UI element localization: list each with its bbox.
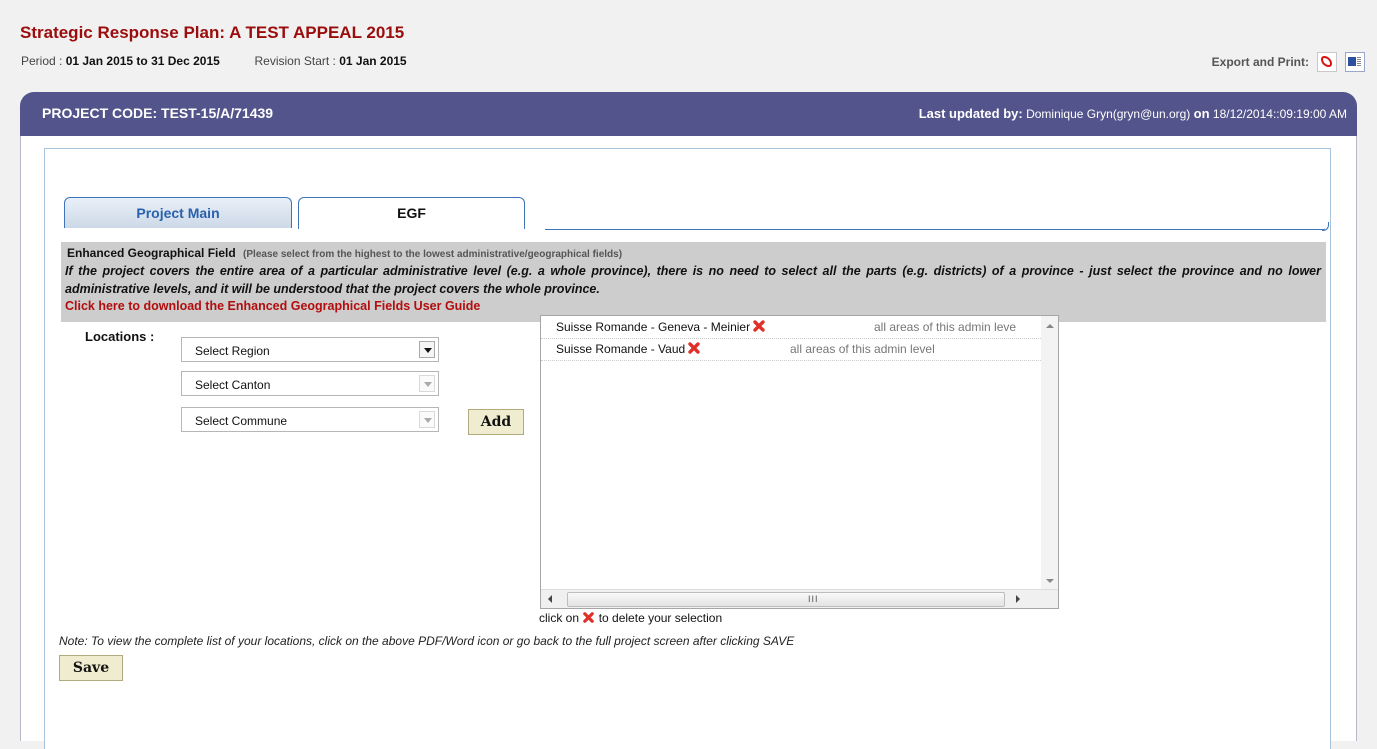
tab-underline: [545, 222, 1329, 231]
export-area: Export and Print:: [1212, 52, 1365, 72]
last-updated-label: Last updated by:: [918, 106, 1023, 121]
egf-heading-note: (Please select from the highest to the l…: [243, 249, 623, 260]
page-title: Strategic Response Plan: A TEST APPEAL 2…: [20, 23, 405, 42]
word-icon[interactable]: [1345, 52, 1365, 72]
red-x-icon[interactable]: [752, 319, 766, 333]
vertical-scrollbar[interactable]: [1041, 316, 1058, 589]
last-updated: Last updated by: Dominique Gryn(gryn@un.…: [919, 106, 1347, 121]
canton-select-value: Select Canton: [195, 378, 271, 392]
delete-hint: click on to delete your selection: [539, 611, 722, 625]
location-entry: Suisse Romande - Geneva - Meinier: [556, 316, 766, 338]
commune-select[interactable]: Select Commune: [181, 407, 439, 432]
egf-explanation: If the project covers the entire area of…: [65, 264, 1321, 296]
footer-note: Note: To view the complete list of your …: [59, 634, 795, 648]
region-select[interactable]: Select Region: [181, 337, 439, 362]
scroll-left-icon[interactable]: [548, 595, 552, 603]
delete-hint-pre: click on: [539, 611, 580, 625]
pdf-icon[interactable]: [1317, 52, 1337, 72]
chevron-down-icon[interactable]: [419, 411, 435, 428]
chevron-down-icon[interactable]: [419, 375, 435, 392]
scroll-up-icon[interactable]: [1046, 324, 1054, 328]
locations-label: Locations :: [85, 329, 155, 344]
region-select-value: Select Region: [195, 344, 270, 358]
period-label: Period :: [21, 54, 63, 68]
canton-select[interactable]: Select Canton: [181, 371, 439, 396]
egf-form: Project Main EGF Enhanced Geographical F…: [44, 148, 1331, 749]
location-name: Suisse Romande - Vaud: [556, 342, 686, 356]
scroll-down-icon[interactable]: [1046, 579, 1054, 583]
egf-info-box: Enhanced Geographical Field (Please sele…: [61, 242, 1326, 322]
tab-project-main[interactable]: Project Main: [64, 197, 292, 228]
location-name: Suisse Romande - Geneva - Meinier: [556, 320, 751, 334]
revision-value: 01 Jan 2015: [339, 54, 407, 68]
list-item: Suisse Romande - Geneva - Meinier all ar…: [541, 316, 1041, 339]
red-x-icon[interactable]: [687, 341, 701, 355]
horizontal-scrollbar[interactable]: III: [541, 589, 1058, 608]
period-info: Period : 01 Jan 2015 to 31 Dec 2015 Revi…: [21, 54, 407, 68]
last-updated-time: 18/12/2014::09:19:00 AM: [1212, 107, 1347, 121]
delete-hint-post: to delete your selection: [598, 611, 723, 625]
project-header-bar: PROJECT CODE: TEST-15/A/71439 Last updat…: [20, 92, 1357, 136]
tab-egf[interactable]: EGF: [298, 197, 525, 229]
chevron-down-icon[interactable]: [419, 341, 435, 358]
scroll-corner: [1041, 590, 1058, 608]
scroll-right-icon[interactable]: [1016, 595, 1020, 603]
list-item: Suisse Romande - Vaud all areas of this …: [541, 338, 1041, 361]
location-coverage: all areas of this admin level: [790, 342, 935, 356]
project-panel: Project Main EGF Enhanced Geographical F…: [20, 136, 1357, 749]
user-guide-link[interactable]: Click here to download the Enhanced Geog…: [65, 299, 480, 313]
export-label: Export and Print:: [1211, 55, 1309, 69]
location-entry: Suisse Romande - Vaud: [556, 338, 701, 360]
scroll-grip: III: [808, 594, 819, 604]
project-code: PROJECT CODE: TEST-15/A/71439: [42, 105, 274, 121]
last-updated-user: Dominique Gryn(gryn@un.org): [1026, 107, 1191, 121]
egf-heading-text: Enhanced Geographical Field: [67, 246, 236, 260]
save-button[interactable]: Save: [59, 655, 123, 681]
selected-locations-list[interactable]: Suisse Romande - Geneva - Meinier all ar…: [540, 315, 1059, 609]
red-x-icon: [583, 612, 595, 623]
period-value: 01 Jan 2015 to 31 Dec 2015: [65, 54, 220, 68]
last-updated-on: on: [1193, 106, 1210, 121]
revision-label: Revision Start :: [254, 54, 336, 68]
egf-heading: Enhanced Geographical Field (Please sele…: [67, 246, 622, 260]
commune-select-value: Select Commune: [195, 414, 288, 428]
location-coverage: all areas of this admin leve: [874, 320, 1017, 334]
add-location-button[interactable]: Add: [468, 409, 524, 435]
scroll-thumb[interactable]: III: [567, 592, 1005, 607]
